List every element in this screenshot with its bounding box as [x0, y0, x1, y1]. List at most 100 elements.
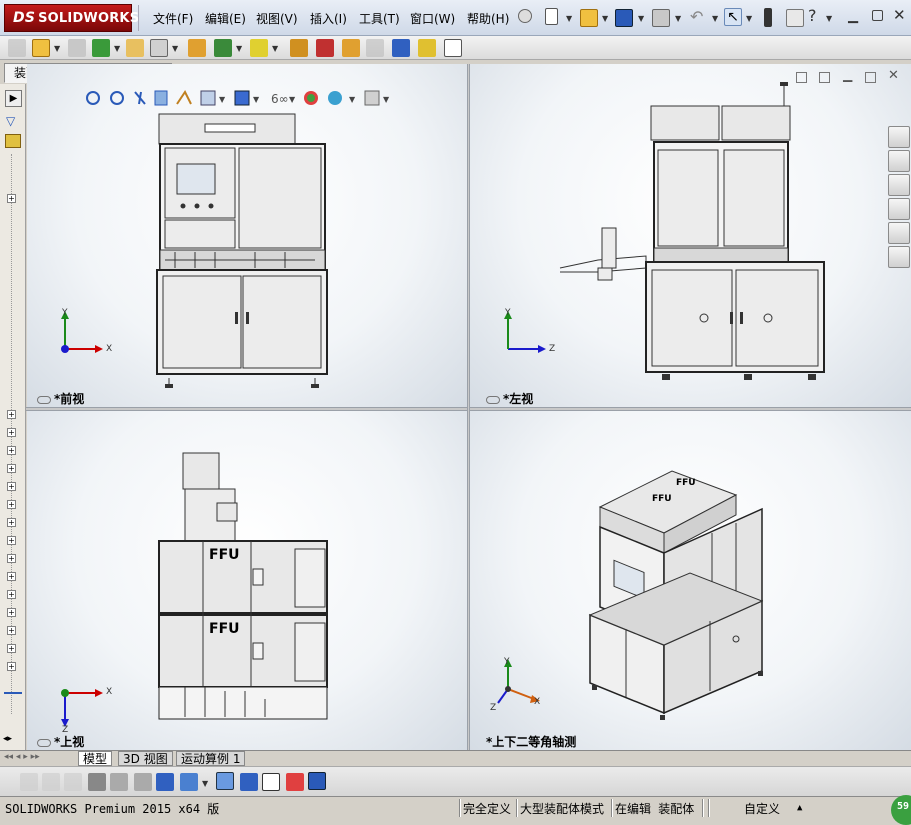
- menu-help[interactable]: 帮助(H): [467, 10, 509, 27]
- viewport-close-icon[interactable]: ✕: [888, 68, 899, 83]
- toolbar-button-icon[interactable]: [42, 773, 60, 791]
- view-link-icon[interactable]: [37, 395, 51, 404]
- tree-expand-icon[interactable]: +: [7, 194, 16, 203]
- line-style-icon[interactable]: [110, 773, 128, 791]
- status-large-assembly-mode[interactable]: 大型装配体模式: [520, 800, 604, 817]
- design-library-icon[interactable]: [888, 150, 910, 172]
- view-link-icon[interactable]: [486, 395, 500, 404]
- new-motion-study-icon[interactable]: [290, 39, 308, 57]
- tab-model[interactable]: 模型: [78, 751, 113, 766]
- chevron-down-icon[interactable]: ▼: [602, 14, 608, 23]
- view-palette-icon[interactable]: [888, 198, 910, 220]
- minimize-window-icon[interactable]: ▁: [848, 9, 866, 27]
- rollback-bar[interactable]: [4, 692, 22, 694]
- notification-badge[interactable]: 59: [891, 795, 911, 825]
- tab-scroll-arrows-icon[interactable]: ◂◂ ◂ ▸ ▸▸: [4, 752, 40, 762]
- save-icon[interactable]: [615, 9, 633, 27]
- menu-edit[interactable]: 编辑(E): [205, 10, 246, 27]
- scroll-left-icon[interactable]: ◂▸: [3, 734, 12, 744]
- tree-expand-icon[interactable]: +: [7, 500, 16, 509]
- select-pointer-icon[interactable]: ↖: [724, 8, 742, 26]
- toolbar-button-icon[interactable]: [20, 773, 38, 791]
- chevron-down-icon[interactable]: ▼: [114, 44, 120, 53]
- axis-layout-icon[interactable]: [156, 773, 174, 791]
- viewport-vertical-splitter[interactable]: [467, 64, 470, 750]
- chevron-down-icon[interactable]: ▼: [712, 14, 718, 23]
- tree-expand-icon[interactable]: +: [7, 464, 16, 473]
- heads-up-view-toolbar[interactable]: ▼ ▼ 6∞ ▼ ▼ ▼: [83, 88, 403, 110]
- solidworks-resources-home-icon[interactable]: [888, 126, 910, 148]
- tree-expand-icon[interactable]: +: [7, 518, 16, 527]
- explode-line-sketch-icon[interactable]: [366, 39, 384, 57]
- menu-tools[interactable]: 工具(T): [359, 10, 400, 27]
- pin-icon[interactable]: [518, 9, 532, 23]
- menu-insert[interactable]: 插入(I): [310, 10, 347, 27]
- line-thickness-icon[interactable]: [134, 773, 152, 791]
- viewport-top[interactable]: FFU FFU X Z *上视: [27, 411, 467, 750]
- filter-icon[interactable]: ▽: [6, 114, 21, 128]
- tree-expand-icon[interactable]: +: [7, 590, 16, 599]
- new-document-icon[interactable]: [545, 8, 558, 25]
- file-explorer-folder-icon[interactable]: [888, 174, 910, 196]
- smart-fasteners-icon[interactable]: [126, 39, 144, 57]
- view-orientation-icon[interactable]: [216, 772, 234, 790]
- normal-to-icon[interactable]: [240, 773, 258, 791]
- open-folder-icon[interactable]: [580, 9, 598, 27]
- help-question-icon[interactable]: ?: [808, 7, 826, 25]
- exploded-view-icon[interactable]: [342, 39, 360, 57]
- line-format-icon[interactable]: [88, 773, 106, 791]
- reference-geometry-icon[interactable]: [250, 39, 268, 57]
- rebuild-traffic-light-icon[interactable]: [764, 8, 772, 27]
- menu-window[interactable]: 窗口(W): [410, 10, 455, 27]
- expand-tree-arrow-icon[interactable]: ▶: [5, 90, 22, 107]
- instant3d-icon[interactable]: [444, 39, 462, 57]
- viewport-isometric[interactable]: FFU FFU Y X Z *上下二等角轴测: [470, 411, 911, 750]
- appearance-icon[interactable]: [286, 773, 304, 791]
- chevron-down-icon[interactable]: ▼: [675, 14, 681, 23]
- chevron-down-icon[interactable]: ▼: [826, 14, 832, 23]
- chevron-down-icon[interactable]: ▼: [638, 14, 644, 23]
- tree-expand-icon[interactable]: +: [7, 446, 16, 455]
- insert-component-icon[interactable]: [32, 39, 50, 57]
- tree-expand-icon[interactable]: +: [7, 626, 16, 635]
- tree-expand-icon[interactable]: +: [7, 644, 16, 653]
- tree-expand-icon[interactable]: +: [7, 554, 16, 563]
- chevron-down-icon[interactable]: ▼: [54, 44, 60, 53]
- appearances-scenes-icon[interactable]: [888, 222, 910, 244]
- chevron-down-icon[interactable]: ▼: [566, 14, 572, 23]
- chevron-down-icon[interactable]: ▼: [202, 779, 208, 788]
- tree-expand-icon[interactable]: +: [7, 608, 16, 617]
- print-icon[interactable]: [652, 9, 670, 27]
- viewport-restore-icon[interactable]: [865, 72, 876, 83]
- solidworks-logo[interactable]: DS SOLIDWORKS: [4, 4, 139, 32]
- display-style-icon[interactable]: [180, 773, 198, 791]
- tab-motion-study-1[interactable]: 运动算例 1: [176, 751, 246, 766]
- toolbar-button-icon[interactable]: [64, 773, 82, 791]
- restore-window-icon[interactable]: [872, 10, 883, 21]
- chevron-down-icon[interactable]: ▼: [172, 44, 178, 53]
- undo-icon[interactable]: ↶: [690, 9, 708, 27]
- clearance-verification-icon[interactable]: [418, 39, 436, 57]
- chevron-down-icon[interactable]: ▼: [746, 14, 752, 23]
- component-icon[interactable]: [8, 39, 26, 57]
- mate-paperclip-icon[interactable]: [68, 39, 86, 57]
- units-dropdown-icon[interactable]: ▲: [797, 803, 802, 813]
- show-hidden-icon[interactable]: [188, 39, 206, 57]
- tab-3d-view[interactable]: 3D 视图: [118, 751, 173, 766]
- view-link-icon[interactable]: [37, 738, 51, 747]
- menu-view[interactable]: 视图(V): [256, 10, 298, 27]
- section-view-icon[interactable]: [262, 773, 280, 791]
- bill-of-materials-icon[interactable]: [316, 39, 334, 57]
- viewport-left[interactable]: ▁ ✕ Z Y *左视: [470, 64, 911, 407]
- tree-expand-icon[interactable]: +: [7, 572, 16, 581]
- shaded-mode-icon[interactable]: [308, 772, 326, 790]
- status-units-custom[interactable]: 自定义: [744, 800, 780, 817]
- linear-pattern-icon[interactable]: [92, 39, 110, 57]
- viewport-front[interactable]: ▼ ▼ 6∞ ▼ ▼ ▼ X Y *前视: [27, 64, 467, 407]
- move-component-icon[interactable]: [150, 39, 168, 57]
- viewport-minimize-icon[interactable]: ▁: [843, 68, 852, 82]
- menu-file[interactable]: 文件(F): [153, 10, 193, 27]
- custom-properties-icon[interactable]: [888, 246, 910, 268]
- interference-detection-icon[interactable]: [392, 39, 410, 57]
- chevron-down-icon[interactable]: ▼: [272, 44, 278, 53]
